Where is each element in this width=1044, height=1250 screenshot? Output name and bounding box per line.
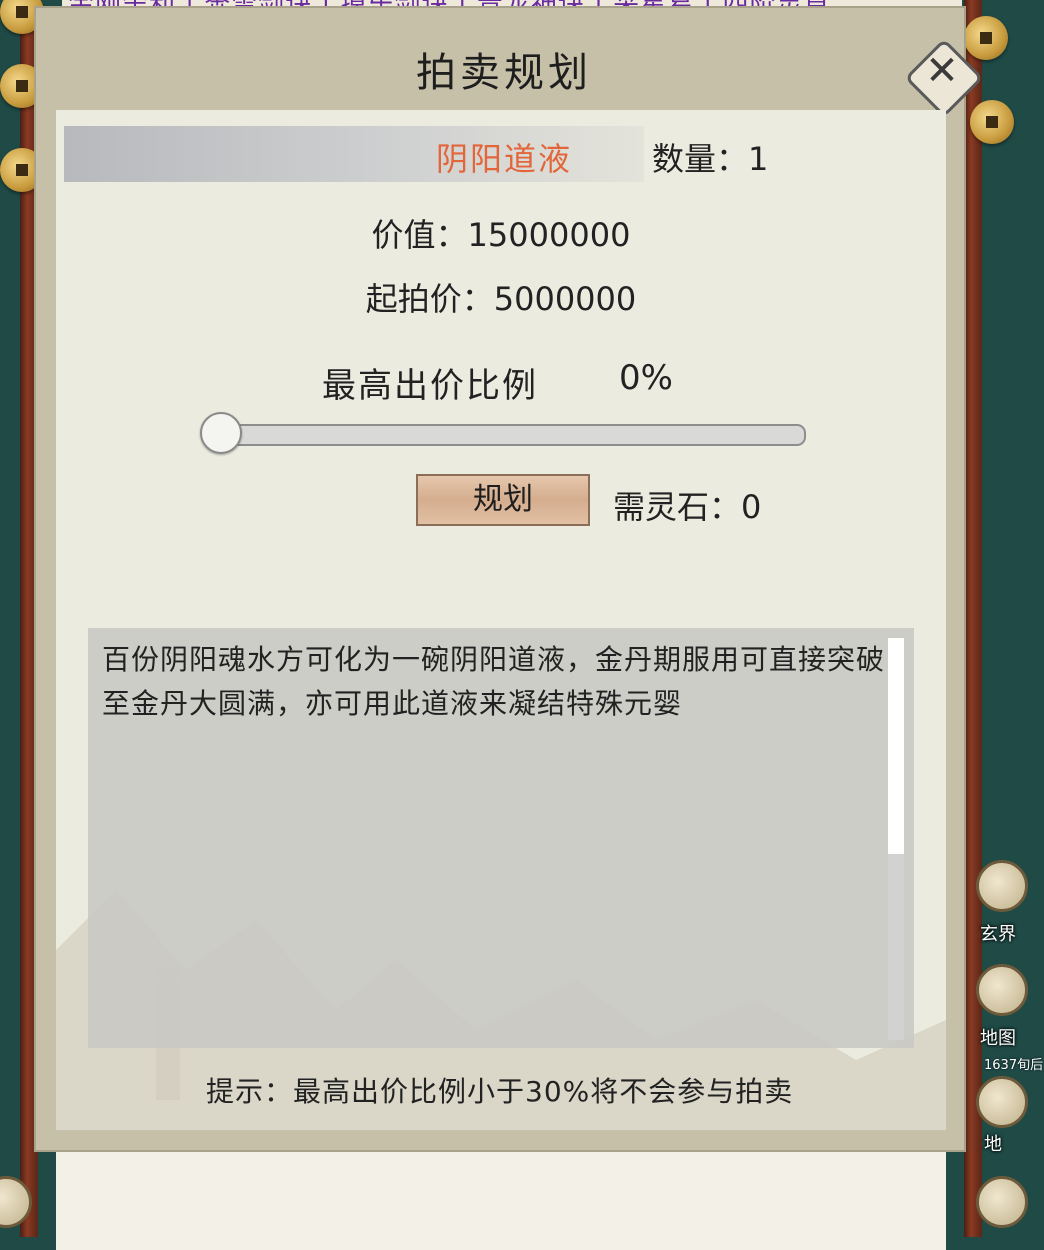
dialog-title: 拍卖规划 [416, 50, 592, 96]
land-label: 地 [984, 1134, 1002, 1155]
plan-button[interactable]: 规划 [416, 474, 590, 526]
settings-icon[interactable] [976, 1176, 1028, 1228]
item-value: 价值：15000000 [371, 216, 631, 254]
map-label: 地图 [980, 1028, 1016, 1049]
slider-handle[interactable] [200, 412, 242, 454]
item-name: 阴阳道液 [436, 140, 573, 178]
background-paper [56, 1150, 946, 1250]
max-bid-ratio-slider[interactable] [216, 424, 806, 446]
item-description: 百份阴阳魂水方可化为一碗阴阳道液，金丹期服用可直接突破至金丹大圆满，亦可用此道液… [102, 643, 886, 720]
close-button[interactable]: ✕ [902, 36, 984, 118]
start-price: 起拍价：5000000 [365, 280, 637, 318]
map-icon[interactable] [976, 964, 1028, 1016]
required-spirit-stone: 需灵石：0 [613, 488, 762, 526]
max-bid-ratio-label: 最高出价比例 [322, 366, 538, 406]
max-bid-ratio-value: 0% [619, 358, 673, 398]
realm-label: 玄界 [980, 924, 1016, 945]
realm-icon[interactable] [976, 860, 1028, 912]
item-description-box[interactable]: 百份阴阳魂水方可化为一碗阴阳道液，金丹期服用可直接突破至金丹大圆满，亦可用此道液… [88, 628, 914, 1048]
time-label: 1637旬后 [984, 1058, 1044, 1073]
scroll-rod-right [964, 0, 982, 1237]
dialog-content: 阴阳道液 数量：1 价值：15000000 起拍价：5000000 最高出价比例… [56, 110, 946, 1130]
land-icon[interactable] [976, 1076, 1028, 1128]
auction-hint: 提示：最高出价比例小于30%将不会参与拍卖 [206, 1075, 794, 1108]
item-quantity: 数量：1 [652, 140, 769, 178]
description-scroll-thumb[interactable] [888, 638, 904, 854]
close-icon: ✕ [925, 48, 959, 94]
